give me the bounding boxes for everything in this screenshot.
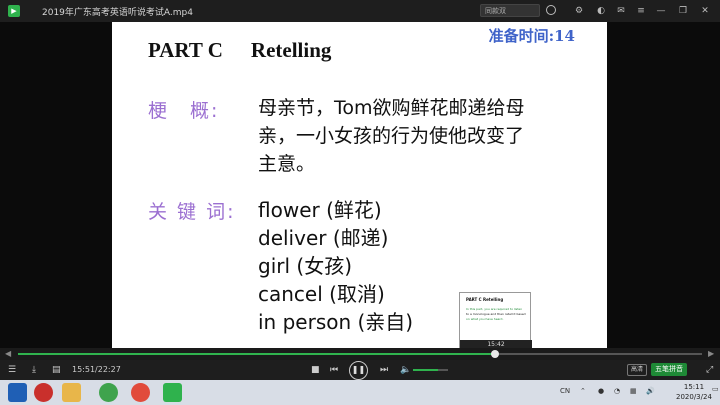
prep-timer: 准备时间:14 <box>488 27 575 45</box>
title-bar: ▶ 2019年广东高考英语听说考试A.mp4 同款双 ⚙ ◐ ✉ ≡ — ❐ ✕ <box>0 0 720 22</box>
menu-icon[interactable]: ≡ <box>634 4 648 18</box>
volume-slider[interactable] <box>413 369 448 371</box>
windows-start-icon[interactable] <box>8 383 27 402</box>
keyword-item: flower (鲜花) <box>258 198 382 222</box>
slide: 准备时间:14 PART C Retelling 梗 概: 母亲节，Tom欲购鲜花… <box>112 22 607 348</box>
summary-text: 母亲节，Tom欲购鲜花邮递给母 亲，一小女孩的行为使他改变了 主意。 <box>258 94 525 178</box>
app-logo-icon[interactable]: ▶ <box>8 5 20 17</box>
keyword-item: deliver (邮递) <box>258 226 389 250</box>
slide-heading: PART C Retelling <box>148 38 331 63</box>
clock-date: 2020/3/24 <box>676 393 712 401</box>
thumbnail-title: PART C Retelling <box>466 297 504 302</box>
playlist-icon[interactable]: ▤ <box>52 363 61 377</box>
part-subtitle: Retelling <box>250 38 332 62</box>
notification-icon[interactable]: ▭ <box>712 385 719 393</box>
speaker-icon[interactable]: 🔊 <box>646 387 655 395</box>
volume-icon[interactable]: 🔈 <box>400 363 411 377</box>
search-icon[interactable] <box>546 5 556 15</box>
search-input[interactable]: 同款双 <box>480 4 540 17</box>
list-icon[interactable]: ☰ <box>8 363 16 377</box>
play-pause-icon[interactable]: ❚❚ <box>349 361 368 380</box>
tray-up-icon[interactable]: ⌃ <box>580 387 586 395</box>
control-bar: ☰ ⤓ ▤ 15:51/22:27 ■ ⏮ ❚❚ ⏭ 🔈 高清 五笔拼音 ⤢ <box>0 360 720 380</box>
thumbnail-line: In this part, you are required to listen <box>466 307 523 311</box>
part-title: PART C <box>148 38 223 62</box>
seek-preview-thumbnail: PART C Retelling In this part, you are r… <box>459 292 532 350</box>
next-icon[interactable]: ⏭ <box>380 363 388 377</box>
seek-back-icon[interactable]: ◀ <box>5 348 11 360</box>
keyword-item: girl (女孩) <box>258 254 352 278</box>
keyword-item: in person (亲自) <box>258 310 414 334</box>
keywords-label: 关 键 词: <box>148 201 236 223</box>
keyword-item: cancel (取消) <box>258 282 385 306</box>
volume-fill <box>413 369 438 371</box>
progress-fill <box>18 353 496 355</box>
app-360-icon[interactable] <box>34 383 53 402</box>
video-player-app: ▶ 2019年广东高考英语听说考试A.mp4 同款双 ⚙ ◐ ✉ ≡ — ❐ ✕… <box>0 0 720 405</box>
fullscreen-icon[interactable]: ⤢ <box>706 363 713 377</box>
player-taskbar-icon[interactable] <box>163 383 182 402</box>
ime-badge[interactable]: 五笔拼音 <box>651 363 687 376</box>
app-green-icon[interactable] <box>99 383 118 402</box>
chrome-icon[interactable] <box>131 383 150 402</box>
gear-icon[interactable]: ⚙ <box>572 4 586 18</box>
skin-icon[interactable]: ◐ <box>594 4 608 18</box>
open-file-icon[interactable]: ⤓ <box>32 363 36 377</box>
video-area[interactable]: 准备时间:14 PART C Retelling 梗 概: 母亲节，Tom欲购鲜花… <box>0 22 720 348</box>
summary-line: 母亲节，Tom欲购鲜花邮递给母 <box>258 97 525 119</box>
tray-app-icon[interactable]: ● <box>598 387 604 395</box>
close-icon[interactable]: ✕ <box>698 4 712 18</box>
wifi-icon[interactable]: ◔ <box>614 387 620 395</box>
folder-icon[interactable] <box>62 383 81 402</box>
ime-mode[interactable]: CN <box>560 387 570 395</box>
quality-button[interactable]: 高清 <box>627 364 648 376</box>
prev-icon[interactable]: ⏮ <box>330 363 338 377</box>
window-title: 2019年广东高考英语听说考试A.mp4 <box>42 7 193 18</box>
minimize-icon[interactable]: — <box>654 4 668 18</box>
thumbnail-line: on what you have heard. <box>466 317 504 321</box>
clock-time: 15:11 <box>683 383 705 391</box>
maximize-icon[interactable]: ❐ <box>676 4 690 18</box>
summary-label: 梗 概: <box>148 100 220 122</box>
taskbar-clock[interactable]: 15:11 2020/3/24 <box>676 382 712 402</box>
seek-forward-icon[interactable]: ▶ <box>708 348 714 360</box>
time-display: 15:51/22:27 <box>72 365 121 374</box>
progress-row: ◀ ▶ <box>0 348 720 360</box>
thumbnail-line: to a monologue and then retell it based <box>466 312 526 316</box>
summary-line: 主意。 <box>258 153 316 175</box>
taskbar: CN ⌃ ● ◔ ▦ 🔊 15:11 2020/3/24 ▭ <box>0 380 720 405</box>
progress-bar[interactable] <box>18 350 702 358</box>
summary-line: 亲，一小女孩的行为使他改变了 <box>258 125 525 147</box>
stop-icon[interactable]: ■ <box>311 363 320 377</box>
progress-handle[interactable] <box>491 350 500 358</box>
network-icon[interactable]: ▦ <box>630 387 637 395</box>
mail-icon[interactable]: ✉ <box>614 4 628 18</box>
